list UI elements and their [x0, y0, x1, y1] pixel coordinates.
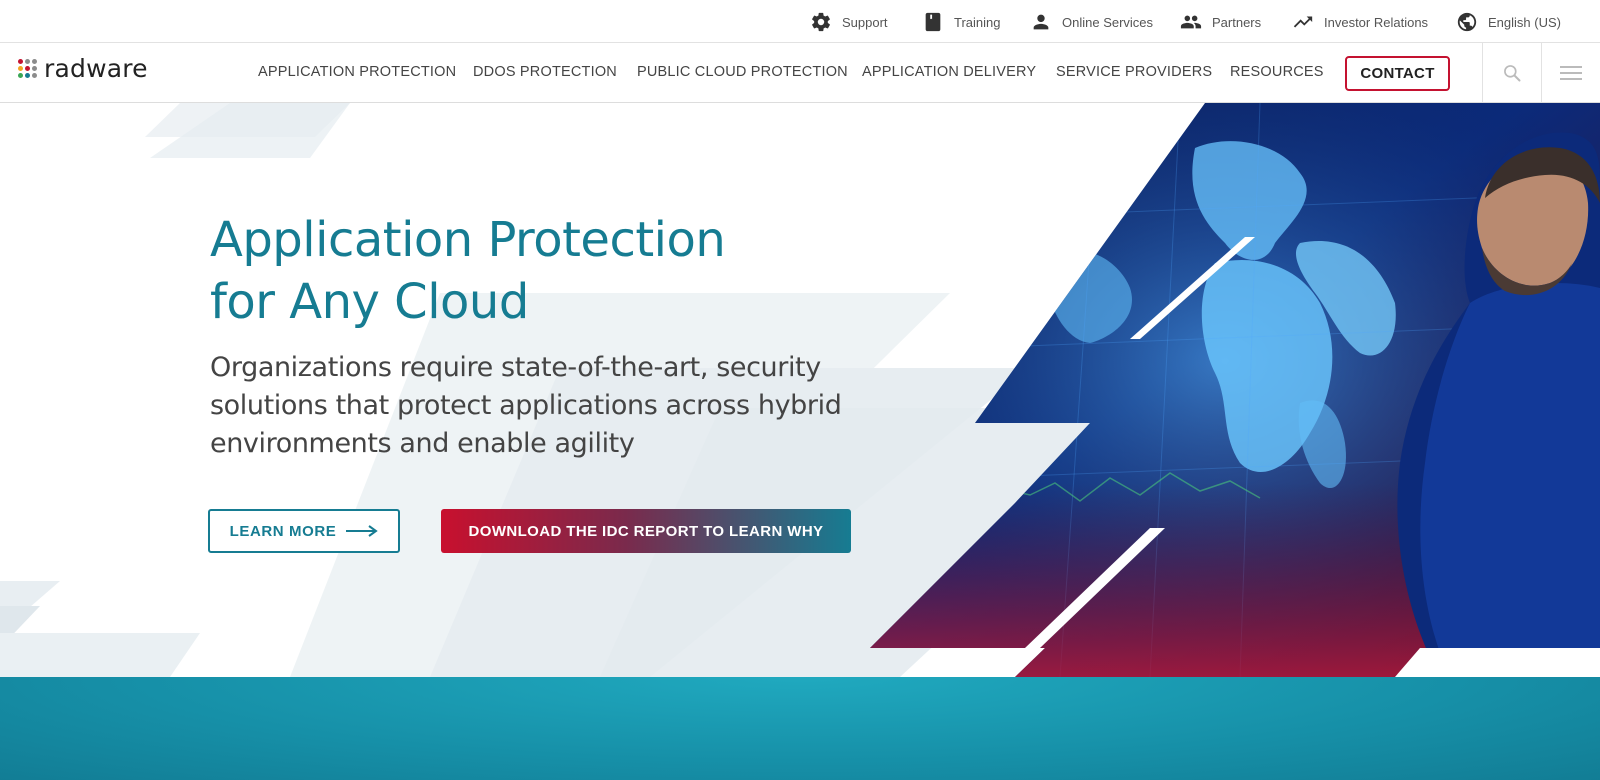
- gear-icon: [812, 12, 830, 32]
- people-icon: [1180, 15, 1202, 29]
- training-label: Training: [954, 14, 1001, 30]
- nav-application-protection[interactable]: APPLICATION PROTECTION: [258, 64, 456, 80]
- person-icon: [1033, 14, 1049, 30]
- hero-subtitle-line: solutions that protect applications acro…: [210, 390, 842, 421]
- logo-dot: [18, 58, 23, 64]
- contact-button[interactable]: CONTACT: [1345, 56, 1450, 91]
- online-services-label: Online Services: [1062, 14, 1154, 30]
- download-idc-report-button[interactable]: DOWNLOAD THE IDC REPORT TO LEARN WHY: [441, 509, 851, 553]
- support-link[interactable]: Support: [810, 10, 888, 34]
- hero-subtitle-line: environments and enable agility: [210, 428, 635, 459]
- logo-dot: [25, 58, 30, 64]
- main-nav: radware APPLICATION PROTECTION DDOS PROT…: [0, 43, 1600, 103]
- logo-dot: [32, 72, 37, 78]
- language-selector[interactable]: English (US): [1456, 10, 1561, 34]
- language-label: English (US): [1488, 14, 1561, 30]
- logo-dot: [32, 58, 37, 64]
- photo-cutout: [1395, 648, 1600, 677]
- hamburger-menu-icon: [1560, 65, 1582, 80]
- trending-up-icon: [1293, 16, 1313, 28]
- hero-section: Application Protection for Any Cloud Org…: [0, 103, 1600, 677]
- teal-section-band: [0, 677, 1600, 780]
- logo-dot: [18, 65, 23, 71]
- nav-public-cloud-protection[interactable]: PUBLIC CLOUD PROTECTION: [637, 64, 848, 80]
- search-button[interactable]: [1483, 43, 1541, 102]
- hero-title: Application Protection for Any Cloud: [210, 209, 726, 333]
- search-icon: [1504, 64, 1521, 81]
- nav-service-providers[interactable]: SERVICE PROVIDERS: [1056, 64, 1212, 80]
- radware-logo[interactable]: radware: [18, 53, 148, 83]
- hero-title-line: for Any Cloud: [210, 274, 529, 330]
- logo-dot: [32, 65, 37, 71]
- investor-relations-label: Investor Relations: [1324, 14, 1429, 30]
- nav-application-delivery[interactable]: APPLICATION DELIVERY: [862, 64, 1036, 80]
- hero-subtitle-line: Organizations require state-of-the-art, …: [210, 352, 821, 383]
- partners-label: Partners: [1212, 14, 1262, 30]
- utility-bar: Support Training Online Services Partner…: [0, 0, 1600, 43]
- learn-more-label: LEARN MORE: [229, 522, 337, 540]
- book-icon: [925, 12, 941, 32]
- nav-resources[interactable]: RESOURCES: [1230, 64, 1324, 80]
- bg-shape: [0, 633, 200, 677]
- online-services-link[interactable]: Online Services: [1030, 10, 1153, 34]
- logo-dot: [25, 65, 30, 71]
- logo-dot: [18, 72, 23, 78]
- investor-relations-link[interactable]: Investor Relations: [1292, 10, 1428, 34]
- learn-more-button[interactable]: LEARN MORE: [208, 509, 400, 553]
- support-label: Support: [842, 14, 888, 30]
- logo-text: radware: [44, 53, 148, 83]
- globe-icon: [1457, 12, 1477, 32]
- logo-dots: [18, 58, 37, 78]
- arrow-right-icon: [346, 525, 379, 537]
- partners-link[interactable]: Partners: [1180, 10, 1261, 34]
- hero-subtitle: Organizations require state-of-the-art, …: [210, 349, 850, 463]
- training-link[interactable]: Training: [922, 10, 1000, 34]
- logo-dot: [25, 72, 30, 78]
- menu-button[interactable]: [1542, 43, 1600, 102]
- nav-ddos-protection[interactable]: DDOS PROTECTION: [473, 64, 617, 80]
- hero-title-line: Application Protection: [210, 212, 726, 268]
